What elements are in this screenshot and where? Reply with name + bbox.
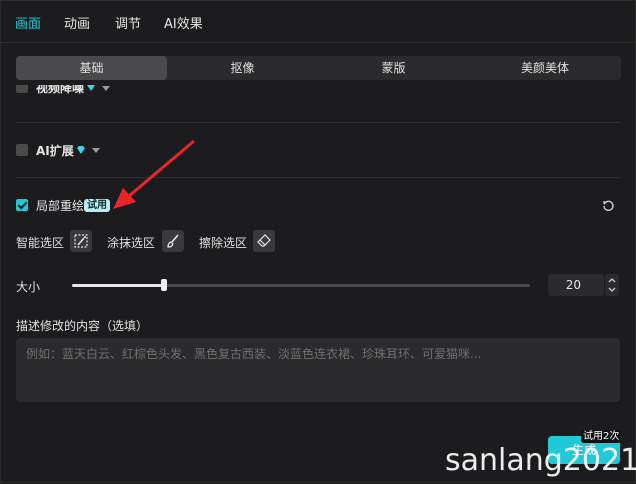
size-input[interactable]: 20 bbox=[548, 274, 604, 296]
smart-select-label: 智能选区 bbox=[16, 236, 65, 250]
video-denoise-label: 视频降噪 bbox=[36, 85, 85, 95]
size-stepper[interactable] bbox=[605, 274, 619, 296]
tab-picture[interactable]: 画面 bbox=[15, 13, 41, 32]
trial-badge: 试用 bbox=[84, 199, 110, 212]
subtab-mask[interactable]: 蒙版 bbox=[318, 56, 469, 80]
size-slider-thumb[interactable] bbox=[161, 279, 167, 291]
sub-tab-bar: 基础 抠像 蒙版 美颜美体 bbox=[16, 56, 621, 80]
description-textarea[interactable]: 例如：蓝天白云、红棕色头发、黑色复古西装、淡蓝色连衣裙、珍珠耳环、可爱猫咪... bbox=[16, 338, 620, 402]
ai-expand-checkbox[interactable] bbox=[16, 144, 28, 156]
size-label: 大小 bbox=[16, 280, 41, 294]
partial-redraw-checkbox[interactable] bbox=[16, 199, 28, 211]
diamond-icon bbox=[77, 146, 85, 154]
ai-expand-label: AI扩展 bbox=[36, 144, 74, 158]
paint-select-label: 涂抹选区 bbox=[107, 236, 156, 250]
tab-ai-effects[interactable]: AI效果 bbox=[164, 13, 203, 32]
smart-select-icon bbox=[74, 234, 88, 248]
divider bbox=[16, 122, 621, 123]
divider bbox=[16, 177, 621, 178]
trial-count-tag: 试用2次 bbox=[581, 430, 622, 443]
smart-select-button[interactable] bbox=[70, 230, 92, 252]
watermark: sanlang2021 bbox=[445, 443, 636, 478]
paint-select-button[interactable] bbox=[162, 230, 184, 252]
chevron-down-icon[interactable] bbox=[102, 86, 110, 91]
subtab-basic[interactable]: 基础 bbox=[16, 56, 167, 80]
effects-panel: 画面 动画 调节 AI效果 基础 抠像 蒙版 美颜美体 视频降噪 AI扩展 局部… bbox=[0, 0, 636, 483]
tab-animation[interactable]: 动画 bbox=[64, 13, 90, 32]
size-slider[interactable] bbox=[72, 279, 530, 291]
chevron-down-icon[interactable] bbox=[92, 148, 100, 153]
size-slider-fill bbox=[72, 284, 164, 287]
brush-icon bbox=[167, 234, 179, 248]
subtab-cutout[interactable]: 抠像 bbox=[167, 56, 318, 80]
diamond-icon bbox=[87, 85, 95, 91]
description-placeholder: 例如：蓝天白云、红棕色头发、黑色复古西装、淡蓝色连衣裙、珍珠耳环、可爱猫咪... bbox=[26, 347, 482, 361]
stepper-arrows-icon bbox=[608, 278, 616, 292]
erase-select-button[interactable] bbox=[253, 230, 275, 252]
top-tab-bar: 画面 动画 调节 AI效果 bbox=[1, 1, 636, 43]
eraser-icon bbox=[257, 234, 271, 247]
erase-select-label: 擦除选区 bbox=[199, 236, 248, 250]
reset-icon[interactable] bbox=[602, 199, 615, 212]
description-label: 描述修改的内容（选填） bbox=[16, 319, 149, 333]
subtab-beauty[interactable]: 美颜美体 bbox=[469, 56, 621, 80]
video-denoise-row: 视频降噪 bbox=[1, 85, 636, 99]
video-denoise-checkbox[interactable] bbox=[16, 85, 28, 93]
partial-redraw-label: 局部重绘 bbox=[36, 199, 85, 213]
tab-adjust[interactable]: 调节 bbox=[115, 13, 141, 32]
